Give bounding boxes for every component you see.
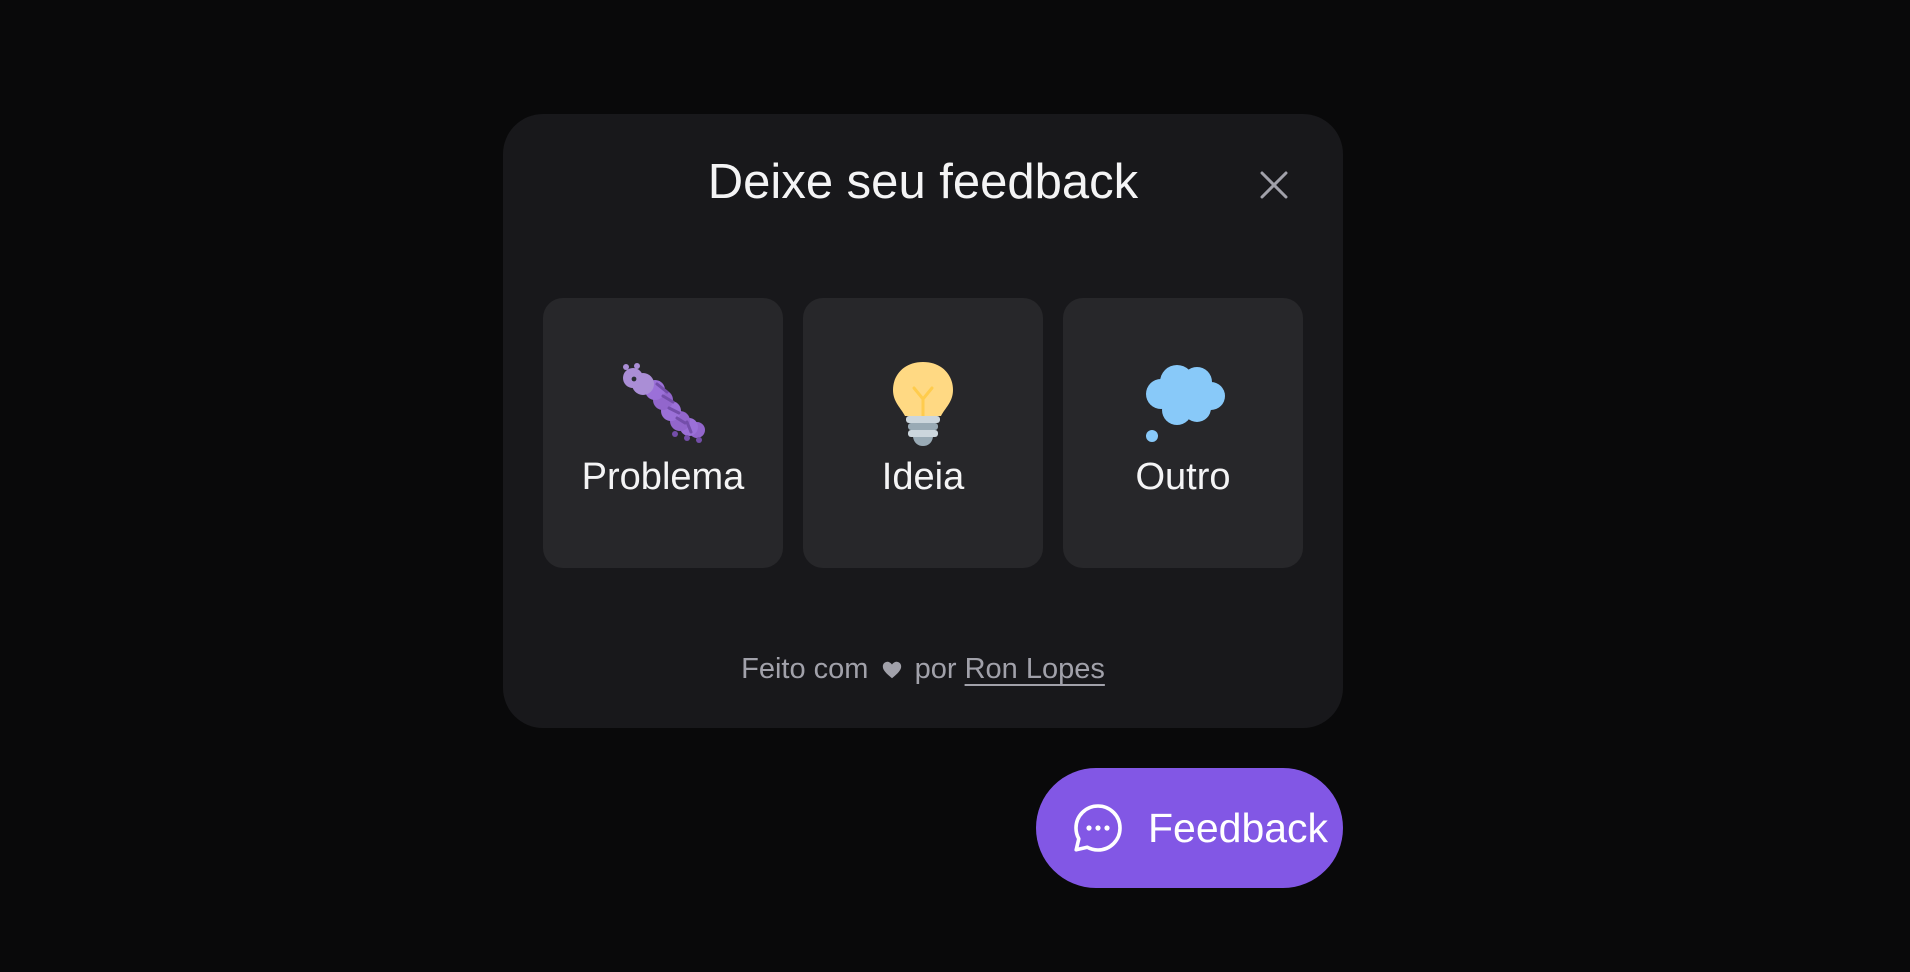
footer-text: Feito com [741,653,869,685]
chat-bubble-icon [1074,804,1122,852]
heart-icon [882,662,901,679]
feedback-button-label: Feedback [1148,804,1329,851]
close-button[interactable] [1251,162,1297,208]
widget-footer: Feito com por Ron Lopes [503,649,1343,689]
option-problema[interactable]: Problema [543,298,783,568]
option-label: Problema [581,456,745,498]
footer-text: por [914,653,957,685]
feedback-type-options: Problema Ideia Outro [543,298,1305,568]
option-label: Outro [1135,456,1231,498]
author-link[interactable]: Ron Lopes [965,653,1105,685]
thought-balloon-icon [1146,365,1225,442]
bug-icon [623,363,705,443]
option-label: Ideia [881,456,965,498]
lightbulb-icon [893,362,953,446]
page: Deixe seu feedback Problema Ideia Outro … [0,0,1910,972]
option-ideia[interactable]: Ideia [803,298,1043,568]
option-outro[interactable]: Outro [1063,298,1303,568]
feedback-button[interactable]: Feedback [1036,768,1343,888]
widget-title: Deixe seu feedback [707,155,1139,209]
close-icon [1260,171,1288,199]
feedback-widget: Deixe seu feedback Problema Ideia Outro … [503,114,1343,728]
